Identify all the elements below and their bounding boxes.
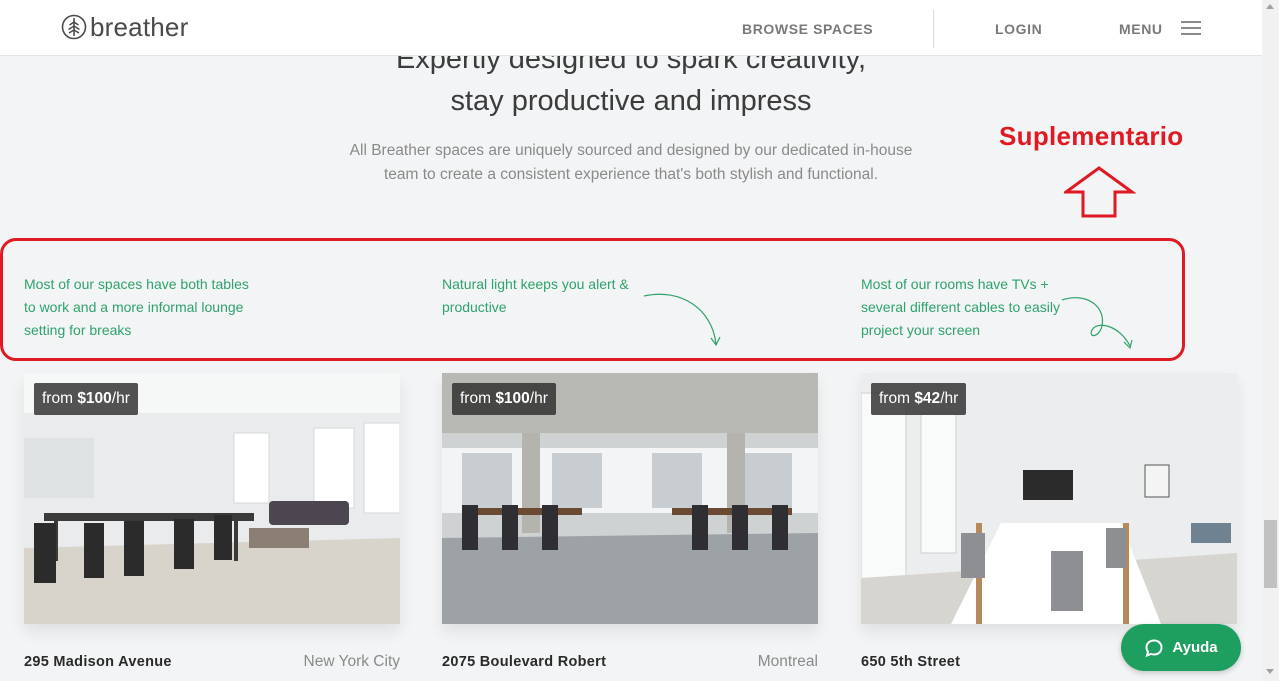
space-card[interactable]: from $100/hr 2075 Boulevard Robert Montr… xyxy=(442,373,818,670)
annotation-up-arrow-icon xyxy=(1064,166,1136,218)
space-photo[interactable]: from $100/hr xyxy=(24,373,400,624)
price-badge: from $100/hr xyxy=(452,383,556,415)
space-photo[interactable]: from $100/hr xyxy=(442,373,818,624)
space-address[interactable]: 2075 Boulevard Robert xyxy=(442,654,606,670)
nav-login[interactable]: LOGIN xyxy=(995,21,1042,37)
feature-text-tvs: Most of our rooms have TVs + several dif… xyxy=(861,276,1060,338)
help-chat-button[interactable]: Ayuda xyxy=(1121,624,1241,671)
space-city: New York City xyxy=(303,653,400,670)
section-heading-line2: stay productive and impress xyxy=(450,85,812,117)
looped-arrow-icon xyxy=(1061,297,1133,350)
help-button-label: Ayuda xyxy=(1172,639,1218,656)
space-address[interactable]: 650 5th Street xyxy=(861,654,960,670)
hamburger-menu-icon[interactable] xyxy=(1181,21,1201,35)
feature-text-tables: Most of our spaces have both tables to w… xyxy=(24,276,249,338)
scroll-thumb[interactable] xyxy=(1264,520,1277,588)
nav-divider xyxy=(933,10,934,48)
feature-text-light: Natural light keeps you alert & producti… xyxy=(442,276,629,315)
page-scrollbar[interactable] xyxy=(1262,0,1279,681)
nav-menu[interactable]: MENU xyxy=(1119,21,1163,37)
scroll-down-arrow-icon[interactable] xyxy=(1266,669,1274,674)
annotation-label: Suplementario xyxy=(999,121,1184,151)
scroll-up-arrow-icon[interactable] xyxy=(1266,4,1274,9)
chat-bubble-icon xyxy=(1145,638,1163,657)
site-header: breather BROWSE SPACES LOGIN MENU xyxy=(0,0,1262,56)
space-address[interactable]: 295 Madison Avenue xyxy=(24,654,172,670)
curved-arrow-icon xyxy=(643,293,721,347)
price-badge: from $100/hr xyxy=(34,383,138,415)
price-badge: from $42/hr xyxy=(871,383,967,415)
space-card[interactable]: from $42/hr 650 5th Street xyxy=(861,373,1237,670)
breather-logo[interactable]: breather xyxy=(61,14,188,40)
section-subtitle: All Breather spaces are uniquely sourced… xyxy=(349,142,913,183)
space-card[interactable]: from $100/hr 295 Madison Avenue New York… xyxy=(24,373,400,670)
space-photo[interactable]: from $42/hr xyxy=(861,373,1237,624)
logo-text: breather xyxy=(90,12,189,42)
nav-browse-spaces[interactable]: BROWSE SPACES xyxy=(742,21,873,37)
tree-logo-icon xyxy=(61,14,87,40)
space-city: Montreal xyxy=(757,653,818,670)
